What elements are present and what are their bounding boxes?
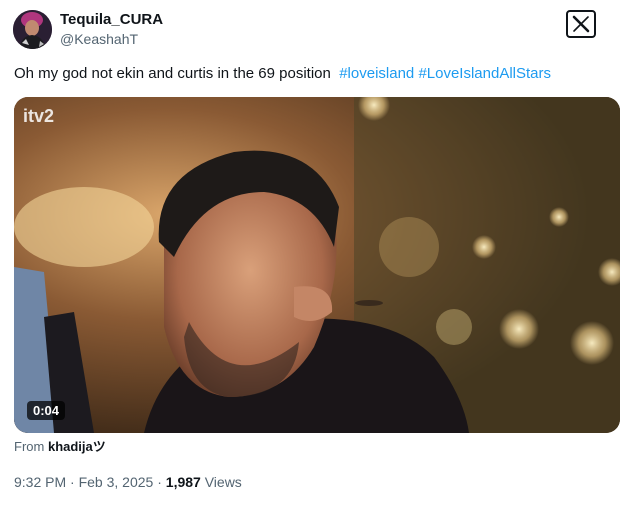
tweet-time[interactable]: 9:32 PM (14, 474, 66, 490)
user-avatar[interactable] (13, 10, 52, 49)
tweet-meta: 9:32 PM · Feb 3, 2025 · 1,987 Views (14, 474, 242, 491)
tweet-body: Oh my god not ekin and curtis in the 69 … (14, 65, 331, 82)
from-label: From (14, 439, 45, 454)
watermark-text: itv2 (23, 106, 54, 126)
hashtag-link[interactable]: #LoveIslandAllStars (418, 65, 551, 82)
video-frame (14, 97, 620, 433)
meta-separator: · (157, 474, 162, 490)
x-logo-icon[interactable] (566, 10, 596, 38)
hashtag-link[interactable]: #loveisland (339, 65, 414, 82)
media-attribution: From khadijaツ (14, 439, 106, 455)
views-count: 1,987 (165, 474, 201, 490)
from-user-link[interactable]: khadijaツ (48, 439, 106, 454)
avatar-image (13, 10, 52, 49)
meta-separator: · (70, 474, 75, 490)
user-handle[interactable]: @KeashahT (60, 31, 138, 48)
video-duration-badge: 0:04 (27, 401, 66, 420)
video-player[interactable] (14, 97, 620, 433)
tweet-card: Tequila_CURA @KeashahT Oh my god not eki… (0, 0, 634, 515)
tweet-text: Oh my god not ekin and curtis in the 69 … (14, 64, 551, 84)
views-label: Views (204, 474, 242, 490)
tweet-date[interactable]: Feb 3, 2025 (79, 474, 154, 490)
display-name[interactable]: Tequila_CURA (60, 11, 163, 29)
itv2-watermark-icon: itv2 (23, 106, 54, 126)
